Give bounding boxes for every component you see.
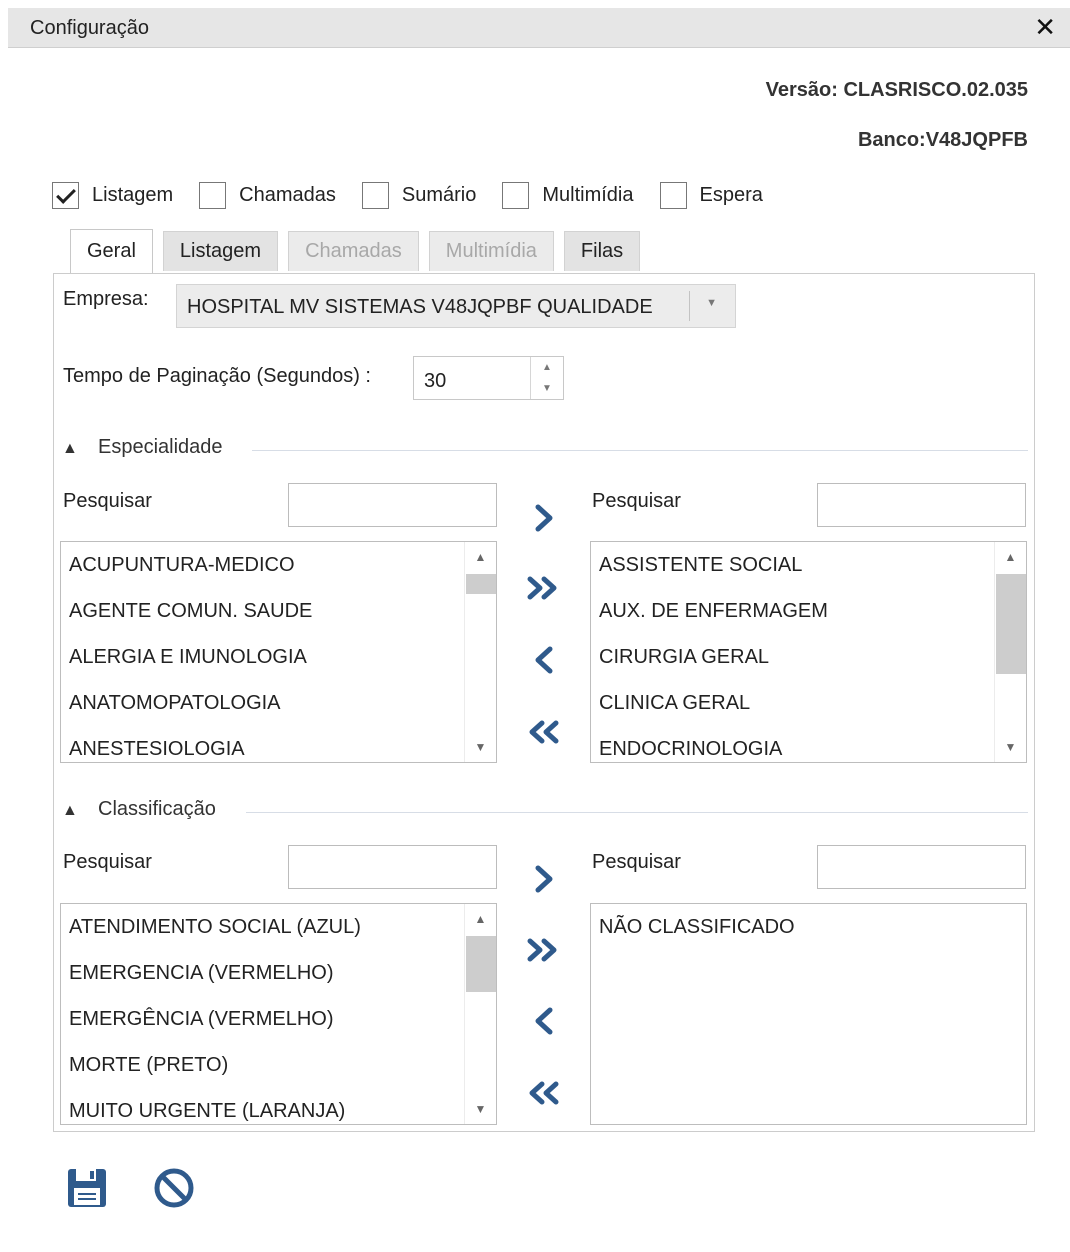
move-all-left-icon[interactable]	[524, 712, 564, 752]
list-item[interactable]: AUX. DE ENFERMAGEM	[591, 588, 1026, 634]
checkbox-label: Sumário	[401, 184, 477, 206]
empresa-label: Empresa:	[63, 288, 149, 310]
checkbox-box[interactable]	[361, 182, 389, 209]
checkbox-box[interactable]	[502, 182, 530, 209]
collapse-icon[interactable]: ▲	[62, 802, 78, 820]
checkbox-box[interactable]	[52, 182, 79, 209]
list-item[interactable]: EMERGÊNCIA (VERMELHO)	[61, 996, 496, 1042]
checkbox-label: Espera	[699, 184, 763, 206]
classificacao-search-right-label: Pesquisar	[592, 851, 681, 873]
especialidade-search-right-label: Pesquisar	[592, 490, 681, 512]
section-divider	[252, 450, 1028, 451]
move-selected-left-icon[interactable]	[524, 1001, 564, 1041]
checkbox-label: Listagem	[92, 184, 174, 206]
chevron-down-icon[interactable]: ▼	[706, 297, 717, 309]
list-item[interactable]: ENDOCRINOLOGIA	[591, 726, 1026, 762]
stepper-down-icon[interactable]: ▼	[531, 378, 563, 399]
especialidade-search-left-input[interactable]	[288, 483, 497, 527]
tab-multimidia: Multimídia	[428, 231, 554, 271]
scroll-thumb[interactable]	[466, 574, 496, 594]
list-item[interactable]: CIRURGIA GERAL	[591, 634, 1026, 680]
especialidade-section-header[interactable]: ▲ Especialidade	[60, 436, 1028, 466]
database-label: Banco:V48JQPFB	[857, 129, 1028, 151]
move-selected-right-icon[interactable]	[524, 498, 564, 538]
classificacao-search-right-input[interactable]	[817, 845, 1026, 889]
scroll-down-icon[interactable]: ▼	[465, 732, 496, 762]
stepper-up-icon[interactable]: ▲	[531, 357, 563, 378]
classificacao-available-list[interactable]: ATENDIMENTO SOCIAL (AZUL) EMERGENCIA (VE…	[60, 903, 497, 1125]
tab-chamadas: Chamadas	[288, 231, 419, 271]
classificacao-search-left-input[interactable]	[288, 845, 497, 889]
list-item[interactable]: EMERGENCIA (VERMELHO)	[61, 950, 496, 996]
tempo-paginacao-label: Tempo de Paginação (Segundos) :	[63, 365, 371, 387]
checkbox-label: Multimídia	[542, 184, 634, 206]
tab-filas[interactable]: Filas	[563, 231, 641, 271]
empresa-select[interactable]: HOSPITAL MV SISTEMAS V48JQPBF QUALIDADE …	[176, 284, 736, 328]
list-item[interactable]: MORTE (PRETO)	[61, 1042, 496, 1088]
especialidade-available-list[interactable]: ACUPUNTURA-MEDICO AGENTE COMUN. SAUDE AL…	[60, 541, 497, 763]
list-item[interactable]: ASSISTENTE SOCIAL	[591, 542, 1026, 588]
save-icon[interactable]	[66, 1166, 110, 1210]
checkbox-box[interactable]	[199, 182, 227, 209]
list-item[interactable]: NÃO CLASSIFICADO	[591, 904, 1026, 950]
scrollbar[interactable]: ▲ ▼	[464, 542, 496, 762]
list-item[interactable]: MUITO URGENTE (LARANJA)	[61, 1088, 496, 1124]
tab-geral[interactable]: Geral	[70, 229, 153, 273]
tempo-paginacao-value[interactable]: 30	[424, 370, 446, 393]
scroll-down-icon[interactable]: ▼	[465, 1094, 496, 1124]
empresa-selected-value: HOSPITAL MV SISTEMAS V48JQPBF QUALIDADE	[187, 296, 653, 318]
scrollbar[interactable]: ▲ ▼	[464, 904, 496, 1124]
especialidade-title: Especialidade	[98, 436, 223, 458]
checkbox-listagem[interactable]: Listagem	[52, 182, 173, 209]
list-item[interactable]: ATENDIMENTO SOCIAL (AZUL)	[61, 904, 496, 950]
checkbox-sumario[interactable]: Sumário	[361, 182, 477, 209]
scroll-thumb[interactable]	[466, 936, 496, 992]
especialidade-selected-list[interactable]: ASSISTENTE SOCIAL AUX. DE ENFERMAGEM CIR…	[590, 541, 1027, 763]
move-selected-right-icon[interactable]	[524, 859, 564, 899]
scroll-down-icon[interactable]: ▼	[995, 732, 1026, 762]
tab-panel-geral: Empresa: HOSPITAL MV SISTEMAS V48JQPBF Q…	[53, 273, 1035, 1132]
move-all-left-icon[interactable]	[524, 1073, 564, 1113]
collapse-icon[interactable]: ▲	[62, 440, 78, 458]
move-all-right-icon[interactable]	[524, 930, 564, 970]
scroll-up-icon[interactable]: ▲	[995, 542, 1026, 572]
classificacao-section-header[interactable]: ▲ Classificação	[60, 798, 1028, 828]
stepper-buttons: ▲ ▼	[530, 357, 563, 399]
section-divider	[246, 812, 1028, 813]
list-item[interactable]: CLINICA GERAL	[591, 680, 1026, 726]
tab-listagem[interactable]: Listagem	[162, 231, 279, 271]
especialidade-search-right-input[interactable]	[817, 483, 1026, 527]
window-title: Configuração	[30, 17, 149, 39]
list-item[interactable]: ALERGIA E IMUNOLOGIA	[61, 634, 496, 680]
version-label: Versão: CLASRISCO.02.035	[765, 79, 1028, 101]
display-options: Listagem Chamadas Sumário Multimídia Esp…	[52, 182, 789, 209]
scrollbar[interactable]: ▲ ▼	[994, 542, 1026, 762]
checkbox-box[interactable]	[659, 182, 687, 209]
especialidade-search-left-label: Pesquisar	[63, 490, 152, 512]
checkbox-multimidia[interactable]: Multimídia	[502, 182, 634, 209]
move-all-right-icon[interactable]	[524, 568, 564, 608]
scroll-up-icon[interactable]: ▲	[465, 542, 496, 572]
tempo-paginacao-stepper[interactable]: 30 ▲ ▼	[413, 356, 564, 400]
list-item[interactable]: ANATOMOPATOLOGIA	[61, 680, 496, 726]
classificacao-selected-list[interactable]: NÃO CLASSIFICADO	[590, 903, 1027, 1125]
cancel-icon[interactable]	[153, 1166, 197, 1210]
list-item[interactable]: ACUPUNTURA-MEDICO	[61, 542, 496, 588]
scroll-up-icon[interactable]: ▲	[465, 904, 496, 934]
list-item[interactable]: ANESTESIOLOGIA	[61, 726, 496, 762]
tab-bar: Geral Listagem Chamadas Multimídia Filas	[70, 229, 650, 273]
checkbox-label: Chamadas	[239, 184, 336, 206]
classificacao-title: Classificação	[98, 798, 216, 820]
checkbox-espera[interactable]: Espera	[659, 182, 763, 209]
checkbox-chamadas[interactable]: Chamadas	[199, 182, 336, 209]
close-icon[interactable]: ✕	[1034, 12, 1056, 43]
combo-divider	[689, 291, 690, 321]
list-item[interactable]: AGENTE COMUN. SAUDE	[61, 588, 496, 634]
scroll-thumb[interactable]	[996, 574, 1026, 674]
move-selected-left-icon[interactable]	[524, 640, 564, 680]
classificacao-search-left-label: Pesquisar	[63, 851, 152, 873]
title-bar: Configuração ✕	[8, 8, 1070, 48]
